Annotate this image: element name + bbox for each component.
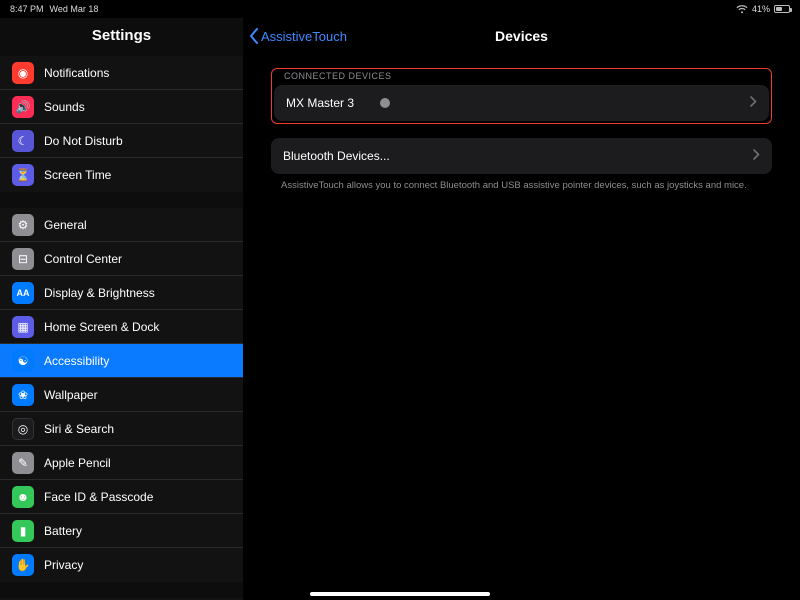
control-center-icon: ⊟ <box>12 248 34 270</box>
general-icon: ⚙ <box>12 214 34 236</box>
sidebar-item-wallpaper[interactable]: ❀ Wallpaper <box>0 378 243 412</box>
status-bar: 8:47 PM Wed Mar 18 41% <box>0 0 800 18</box>
back-label: AssistiveTouch <box>261 29 347 44</box>
sidebar-item-privacy[interactable]: ✋ Privacy <box>0 548 243 582</box>
sidebar-item-label: Notifications <box>44 66 109 80</box>
bluetooth-devices-label: Bluetooth Devices... <box>283 149 390 163</box>
sidebar-item-label: Battery <box>44 524 82 538</box>
sidebar-item-notifications[interactable]: ◉ Notifications <box>0 56 243 90</box>
sidebar-item-label: Control Center <box>44 252 122 266</box>
siri-icon: ◎ <box>12 418 34 440</box>
sidebar-item-label: Wallpaper <box>44 388 98 402</box>
sidebar-item-display-brightness[interactable]: AA Display & Brightness <box>0 276 243 310</box>
sidebar-item-general[interactable]: ⚙ General <box>0 208 243 242</box>
highlighted-connected-device: CONNECTED DEVICES MX Master 3 <box>271 68 772 124</box>
battery-percentage: 41% <box>752 4 770 14</box>
battery-icon <box>774 5 790 13</box>
sidebar-item-do-not-disturb[interactable]: ☾ Do Not Disturb <box>0 124 243 158</box>
connected-device-row[interactable]: MX Master 3 <box>274 85 769 121</box>
sidebar-item-label: General <box>44 218 87 232</box>
chevron-right-icon <box>753 149 760 163</box>
detail-pane: AssistiveTouch Devices CONNECTED DEVICES… <box>243 18 800 600</box>
sidebar-item-sounds[interactable]: 🔊 Sounds <box>0 90 243 124</box>
notifications-icon: ◉ <box>12 62 34 84</box>
bluetooth-devices-row[interactable]: Bluetooth Devices... <box>271 138 772 174</box>
wallpaper-icon: ❀ <box>12 384 34 406</box>
sidebar-item-label: Accessibility <box>44 354 109 368</box>
home-screen-icon: ▦ <box>12 316 34 338</box>
connected-device-name: MX Master 3 <box>286 96 354 110</box>
sidebar-item-siri-search[interactable]: ◎ Siri & Search <box>0 412 243 446</box>
sidebar-item-face-id-passcode[interactable]: ☻ Face ID & Passcode <box>0 480 243 514</box>
back-button[interactable]: AssistiveTouch <box>243 28 347 44</box>
sidebar-item-label: Face ID & Passcode <box>44 490 153 504</box>
display-icon: AA <box>12 282 34 304</box>
status-date: Wed Mar 18 <box>50 4 99 14</box>
sidebar-item-label: Display & Brightness <box>44 286 155 300</box>
sidebar-item-label: Apple Pencil <box>44 456 111 470</box>
pencil-icon: ✎ <box>12 452 34 474</box>
sounds-icon: 🔊 <box>12 96 34 118</box>
sidebar-item-accessibility[interactable]: ☯ Accessibility <box>0 344 243 378</box>
sidebar-item-label: Screen Time <box>44 168 111 182</box>
detail-title: Devices <box>495 28 548 44</box>
dnd-icon: ☾ <box>12 130 34 152</box>
sidebar-item-label: Home Screen & Dock <box>44 320 159 334</box>
chevron-left-icon <box>249 28 259 44</box>
sidebar-item-screen-time[interactable]: ⏳ Screen Time <box>0 158 243 192</box>
sidebar-item-label: Sounds <box>44 100 85 114</box>
privacy-icon: ✋ <box>12 554 34 576</box>
assistive-touch-cursor-icon <box>380 98 390 108</box>
screen-time-icon: ⏳ <box>12 164 34 186</box>
sidebar-item-battery[interactable]: ▮ Battery <box>0 514 243 548</box>
status-time: 8:47 PM <box>10 4 44 14</box>
settings-sidebar[interactable]: Settings ◉ Notifications 🔊 Sounds ☾ Do Not Di… <box>0 18 243 600</box>
sidebar-item-apple-pencil[interactable]: ✎ Apple Pencil <box>0 446 243 480</box>
chevron-right-icon <box>750 96 757 110</box>
footer-explanation: AssistiveTouch allows you to connect Blu… <box>271 174 772 192</box>
sidebar-item-label: Privacy <box>44 558 83 572</box>
sidebar-item-home-screen-dock[interactable]: ▦ Home Screen & Dock <box>0 310 243 344</box>
sidebar-title: Settings <box>0 18 243 56</box>
accessibility-icon: ☯ <box>12 350 34 372</box>
faceid-icon: ☻ <box>12 486 34 508</box>
sidebar-item-control-center[interactable]: ⊟ Control Center <box>0 242 243 276</box>
sidebar-item-label: Siri & Search <box>44 422 114 436</box>
wifi-icon <box>736 5 748 14</box>
sidebar-item-label: Do Not Disturb <box>44 134 123 148</box>
battery-icon: ▮ <box>12 520 34 542</box>
connected-devices-header: CONNECTED DEVICES <box>274 71 769 85</box>
home-indicator[interactable] <box>310 592 490 596</box>
